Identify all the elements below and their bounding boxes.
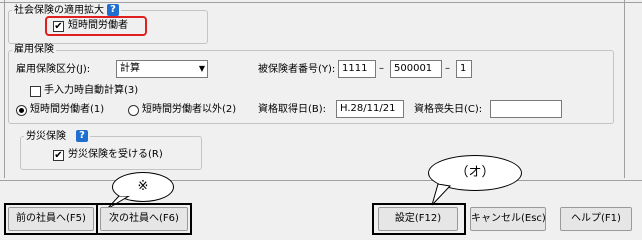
workers-comp-legend: 労災保険? bbox=[24, 130, 90, 143]
lost-date-label: 資格喪失日(C): bbox=[414, 104, 483, 115]
chevron-down-icon: ▼ bbox=[198, 64, 205, 73]
right-frame-line bbox=[624, 0, 625, 178]
footer-separator bbox=[0, 180, 642, 181]
help-icon[interactable]: ? bbox=[76, 130, 88, 142]
short-time-checkbox[interactable]: ✔ bbox=[53, 21, 64, 32]
help-icon[interactable]: ? bbox=[107, 4, 119, 16]
manual-calc-label: 手入力時自動計算(3) bbox=[44, 85, 139, 96]
social-expansion-title: 社会保険の適用拡大 bbox=[14, 5, 104, 16]
workers-comp-title: 労災保険 bbox=[26, 131, 66, 142]
top-frame-line bbox=[0, 2, 642, 3]
help-button[interactable]: ヘルプ(F1) bbox=[560, 207, 632, 231]
workers-comp-checkbox[interactable]: ✔ bbox=[53, 150, 64, 161]
lost-date-field[interactable] bbox=[490, 100, 562, 118]
acquired-date-field[interactable]: H.28/11/21 bbox=[336, 100, 404, 118]
next-button-outline bbox=[96, 203, 192, 235]
insured-number-field-1[interactable]: 1111 bbox=[338, 60, 376, 78]
acquired-date-label: 資格取得日(B): bbox=[258, 104, 327, 115]
manual-calc-checkbox[interactable] bbox=[30, 86, 41, 97]
o-mark: （オ） bbox=[455, 165, 495, 180]
prev-button-outline bbox=[4, 203, 98, 235]
insured-number-field-3[interactable]: 1 bbox=[456, 60, 472, 78]
left-frame-line bbox=[4, 0, 5, 178]
radio-short-time-label: 短時間労働者(1) bbox=[30, 104, 105, 115]
save-button-outline bbox=[372, 203, 466, 235]
note-mark: ※ bbox=[137, 179, 149, 194]
radio-other[interactable] bbox=[128, 105, 139, 116]
employment-category-value: 計算 bbox=[120, 63, 140, 74]
short-time-label: 短時間労働者 bbox=[68, 20, 128, 31]
employment-category-label: 雇用保険区分(J): bbox=[16, 64, 91, 75]
employment-insurance-legend: 雇用保険 bbox=[12, 44, 56, 56]
radio-other-label: 短時間労働者以外(2) bbox=[142, 104, 237, 115]
employment-category-select[interactable]: 計算 ▼ bbox=[116, 60, 208, 78]
insured-number-label: 被保険者番号(Y): bbox=[258, 64, 336, 75]
insured-number-field-2[interactable]: 500001 bbox=[390, 60, 442, 78]
cancel-button[interactable]: キャンセル(Esc) bbox=[470, 207, 546, 231]
radio-short-time[interactable] bbox=[16, 105, 27, 116]
insured-number-dash-1: – bbox=[379, 63, 384, 74]
workers-comp-label: 労災保険を受ける(R) bbox=[68, 149, 163, 160]
insured-number-dash-2: – bbox=[445, 63, 450, 74]
